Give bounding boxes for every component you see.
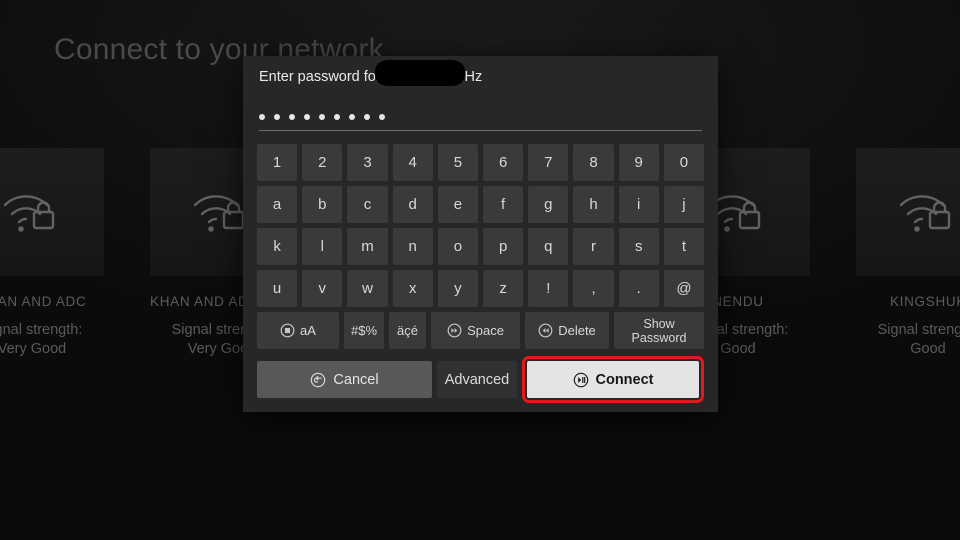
key-s[interactable]: s	[618, 228, 659, 265]
network-signal: Signal strength: Very Good	[0, 322, 83, 357]
key-n[interactable]: n	[392, 228, 433, 265]
wifi-lock-icon	[1, 187, 63, 237]
key-show-password[interactable]: Show Password	[614, 312, 704, 349]
key-space[interactable]: Space	[431, 312, 520, 349]
key-w[interactable]: w	[347, 270, 388, 307]
key-p[interactable]: p	[483, 228, 524, 265]
keyboard-row-numbers: 1 2 3 4 5 6 7 8 9 0	[257, 144, 705, 181]
key-5[interactable]: 5	[437, 144, 479, 181]
key-z[interactable]: z	[483, 270, 524, 307]
key-f[interactable]: f	[483, 186, 524, 223]
network-tile[interactable]: KHAN AND ADC Signal strength: Very Good	[0, 148, 104, 359]
cancel-button[interactable]: Cancel	[257, 361, 432, 398]
key-h[interactable]: h	[573, 186, 614, 223]
key-t[interactable]: t	[663, 228, 705, 265]
password-dot	[364, 114, 370, 120]
password-dot	[319, 114, 325, 120]
password-dot	[304, 114, 310, 120]
password-dot	[259, 114, 265, 120]
key-8[interactable]: 8	[573, 144, 614, 181]
advanced-label: Advanced	[444, 371, 510, 388]
key-i[interactable]: i	[618, 186, 659, 223]
keyboard-row-letters-3: u v w x y z ! , . @	[257, 270, 705, 307]
keyboard-row-letters-1: a b c d e f g h i j	[257, 186, 705, 223]
key-6[interactable]: 6	[483, 144, 524, 181]
key-a[interactable]: a	[257, 186, 298, 223]
redacted-ssid-overlay	[377, 62, 463, 84]
network-name: KINGSHUK	[889, 294, 960, 309]
network-thumbnail	[0, 148, 104, 276]
key-j[interactable]: j	[663, 186, 705, 223]
key-o[interactable]: o	[437, 228, 479, 265]
dialog-title: Enter password for _5GHz	[259, 69, 482, 85]
key-7[interactable]: 7	[528, 144, 569, 181]
key-m[interactable]: m	[347, 228, 388, 265]
password-dot	[334, 114, 340, 120]
network-thumbnail	[856, 148, 960, 276]
key-e[interactable]: e	[437, 186, 479, 223]
key-delete-label: Delete	[558, 323, 596, 338]
wifi-lock-icon	[897, 187, 959, 237]
key-delete[interactable]: Delete	[525, 312, 609, 349]
remote-select-icon	[280, 323, 295, 338]
key-accents[interactable]: äçé	[389, 312, 426, 349]
keyboard-row-functions: aA #$% äçé Space Delete Show Password	[257, 312, 704, 349]
key-show-password-line1: Show	[643, 316, 675, 331]
key-g[interactable]: g	[528, 186, 569, 223]
key-period[interactable]: .	[618, 270, 659, 307]
key-3[interactable]: 3	[347, 144, 388, 181]
key-1[interactable]: 1	[257, 144, 298, 181]
password-dot	[349, 114, 355, 120]
rewind-icon	[538, 323, 553, 338]
play-pause-icon	[573, 372, 589, 388]
password-input[interactable]	[259, 104, 702, 131]
password-dialog: Enter password for _5GHz 1 2 3 4	[243, 56, 718, 412]
key-k[interactable]: k	[257, 228, 298, 265]
key-l[interactable]: l	[302, 228, 343, 265]
password-dot	[274, 114, 280, 120]
connect-label: Connect	[595, 371, 654, 388]
key-v[interactable]: v	[302, 270, 343, 307]
key-shift-label: aA	[300, 323, 316, 338]
network-name: KHAN AND ADC	[0, 294, 87, 309]
password-dot	[289, 114, 295, 120]
tv-network-setup-screen: Connect to your network AN AND ADC nal s…	[0, 0, 960, 540]
back-arrow-icon	[310, 372, 326, 388]
cancel-label: Cancel	[333, 371, 379, 388]
key-2[interactable]: 2	[302, 144, 343, 181]
key-symbols[interactable]: #$%	[344, 312, 384, 349]
key-4[interactable]: 4	[392, 144, 433, 181]
key-x[interactable]: x	[392, 270, 433, 307]
network-signal: Signal strength: Good	[877, 322, 960, 357]
on-screen-keyboard: 1 2 3 4 5 6 7 8 9 0 a b c d e f g h i j …	[257, 144, 705, 349]
key-comma[interactable]: ,	[573, 270, 614, 307]
key-0[interactable]: 0	[663, 144, 705, 181]
network-tile[interactable]: KINGSHUK Signal strength: Good	[856, 148, 960, 359]
key-shift-case[interactable]: aA	[257, 312, 339, 349]
key-space-label: Space	[467, 323, 504, 338]
password-dot	[379, 114, 385, 120]
key-q[interactable]: q	[528, 228, 569, 265]
fast-forward-icon	[447, 323, 462, 338]
key-exclamation[interactable]: !	[528, 270, 569, 307]
key-9[interactable]: 9	[618, 144, 659, 181]
key-y[interactable]: y	[437, 270, 479, 307]
connect-focus-ring: Connect	[522, 356, 704, 403]
key-show-password-line2: Password	[631, 330, 687, 345]
key-d[interactable]: d	[392, 186, 433, 223]
key-at[interactable]: @	[663, 270, 705, 307]
key-u[interactable]: u	[257, 270, 298, 307]
dialog-header: Enter password for _5GHz	[243, 56, 718, 93]
keyboard-row-letters-2: k l m n o p q r s t	[257, 228, 705, 265]
key-r[interactable]: r	[573, 228, 614, 265]
key-c[interactable]: c	[347, 186, 388, 223]
advanced-button[interactable]: Advanced	[437, 361, 517, 398]
connect-button[interactable]: Connect	[527, 361, 699, 398]
key-b[interactable]: b	[302, 186, 343, 223]
dialog-action-row: Cancel Advanced Connect	[257, 356, 704, 403]
